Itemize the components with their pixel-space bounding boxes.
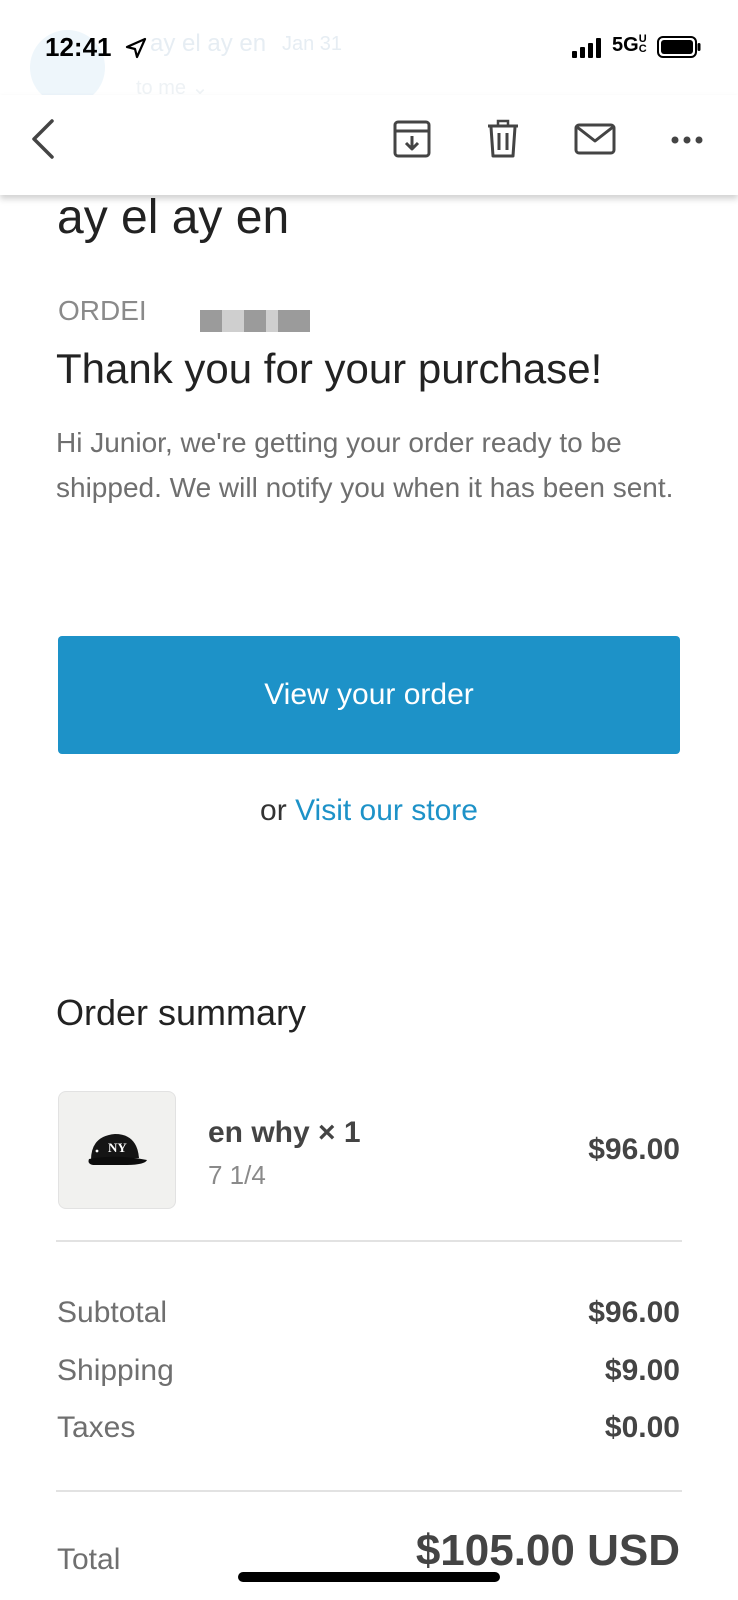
summary-divider [56, 1240, 682, 1242]
or-text: or [260, 794, 287, 827]
mail-icon[interactable] [574, 123, 616, 155]
shipping-label: Shipping [57, 1354, 174, 1387]
cap-icon: NY [88, 1134, 147, 1165]
order-summary-title: Order summary [56, 992, 307, 1033]
trash-icon[interactable] [486, 119, 520, 159]
battery-icon [657, 36, 701, 58]
email-toolbar [0, 95, 738, 195]
product-thumbnail: NY [58, 1091, 176, 1209]
subtotal-label: Subtotal [57, 1296, 168, 1329]
status-time: 12:41 [45, 32, 112, 62]
archive-icon[interactable] [393, 119, 431, 159]
ghost-date: Jan 31 [282, 33, 343, 55]
item-price: $96.00 [588, 1133, 680, 1166]
carrier-suffix: UC [638, 33, 647, 55]
shipping-value: $9.00 [604, 1354, 680, 1387]
total-value: $105.00 USD [415, 1526, 680, 1575]
email-message: Hi Junior, we're getting your order read… [56, 427, 674, 503]
email-subject: ay el ay en [57, 191, 290, 244]
signal-icon [572, 38, 601, 58]
redact-block [222, 310, 244, 332]
redacted-order-number [200, 310, 310, 332]
back-chevron-icon[interactable] [28, 117, 58, 161]
email-heading: Thank you for your purchase! [56, 345, 603, 392]
total-divider [56, 1490, 682, 1492]
taxes-label: Taxes [57, 1411, 136, 1444]
visit-store-link[interactable]: Visit our store [295, 794, 478, 827]
store-link-line: or Visit our store [0, 794, 738, 828]
location-arrow-icon [125, 37, 147, 59]
taxes-value: $0.00 [604, 1411, 680, 1444]
carrier-label: 5GUC [612, 34, 649, 57]
svg-text:NY: NY [108, 1140, 127, 1155]
subtotal-value: $96.00 [588, 1296, 680, 1329]
redact-block [266, 310, 278, 332]
item-variant: 7 1/4 [208, 1160, 266, 1190]
view-order-button[interactable]: View your order [58, 636, 680, 754]
item-name: en why × 1 [208, 1116, 361, 1149]
status-bar: ay el ay en Jan 31 to me ⌄ 12:41 5GUC [0, 0, 738, 105]
ghost-sender-name: ay el ay en [150, 30, 267, 57]
more-horizontal-icon[interactable] [670, 135, 704, 145]
home-indicator[interactable] [238, 1572, 500, 1582]
total-label: Total [57, 1543, 121, 1576]
carrier-text: 5G [612, 34, 639, 56]
order-number-label: ORDEI [58, 295, 147, 326]
